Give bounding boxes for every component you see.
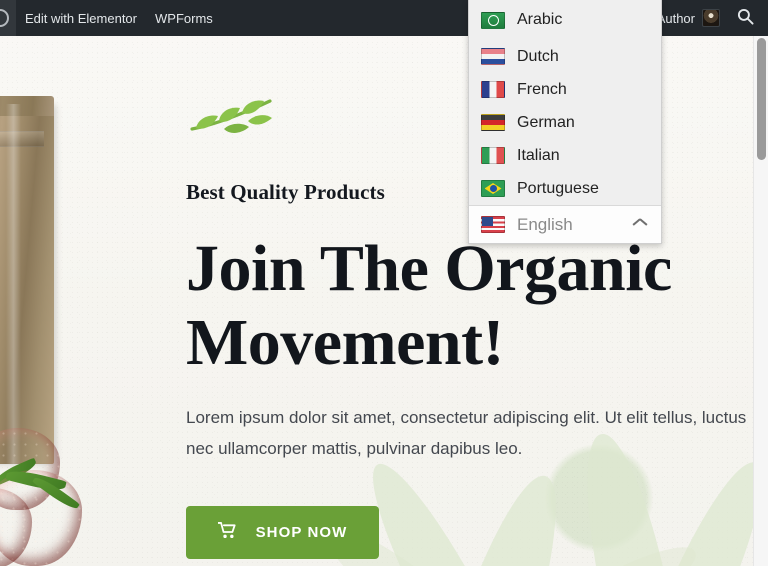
admin-bar-search-button[interactable] [728, 0, 762, 36]
arabic-flag-icon [481, 11, 505, 29]
language-options-list: Arabic Dutch French German Italian Portu [469, 0, 661, 205]
page-scrollbar-thumb[interactable] [757, 38, 766, 160]
language-option-italian[interactable]: Italian [469, 139, 661, 172]
hero-eyebrow: Best Quality Products [186, 180, 385, 204]
language-option-label: Portuguese [517, 179, 599, 197]
avatar [702, 9, 720, 27]
dutch-flag-icon [481, 48, 505, 65]
selected-language-label: English [517, 214, 573, 234]
language-option-french[interactable]: French [469, 73, 661, 106]
admin-bar-label: Edit with Elementor [25, 10, 137, 26]
language-option-german[interactable]: German [469, 106, 661, 139]
page-root: Best Quality Products Join The Organic M… [0, 0, 768, 566]
hero-subtext: Lorem ipsum dolor sit amet, consectetur … [186, 408, 747, 458]
language-option-dutch[interactable]: Dutch [469, 40, 661, 73]
language-option-label: French [517, 80, 567, 98]
shopping-cart-icon [216, 522, 237, 543]
admin-bar-item-edit-with-elementor[interactable]: Edit with Elementor [16, 0, 146, 36]
shop-now-label: SHOP NOW [255, 524, 348, 541]
hero-headline: Join The Organic Movement! [186, 232, 672, 379]
language-option-portuguese[interactable]: Portuguese [469, 172, 661, 205]
english-flag-icon [481, 216, 505, 233]
admin-bar-label: WPForms [155, 10, 213, 26]
portuguese-flag-icon [481, 180, 505, 197]
chevron-up-icon [633, 220, 647, 229]
language-option-label: Italian [517, 146, 560, 164]
german-flag-icon [481, 114, 505, 131]
wp-logo-menu[interactable] [0, 0, 16, 36]
language-option-label: Arabic [517, 11, 563, 28]
language-option-arabic[interactable]: Arabic [469, 0, 661, 40]
search-icon [737, 8, 754, 28]
shop-now-button[interactable]: SHOP NOW [186, 506, 379, 559]
french-flag-icon [481, 81, 505, 98]
olive-branch-icon [186, 95, 276, 143]
italian-flag-icon [481, 147, 505, 164]
language-option-label: German [517, 113, 575, 131]
admin-bar-item-wpforms[interactable]: WPForms [146, 0, 222, 36]
language-switcher-dropdown[interactable]: Arabic Dutch French German Italian Portu [468, 0, 662, 244]
author-label: Author [656, 10, 695, 26]
language-option-label: Dutch [517, 47, 559, 65]
wordpress-logo-icon [0, 9, 9, 27]
hero-product-image [0, 36, 100, 566]
language-switcher-selected[interactable]: English [469, 205, 661, 243]
